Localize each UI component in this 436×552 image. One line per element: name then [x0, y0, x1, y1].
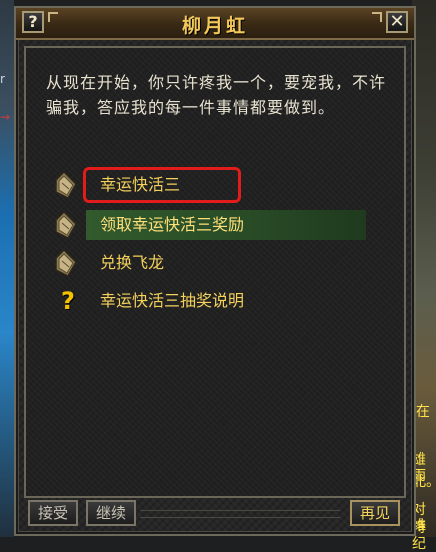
title-ornament-right — [372, 12, 382, 22]
option-lucky-three-draw-info[interactable]: 幸运快活三抽奖说明 — [86, 286, 366, 316]
background-text-left-1: r — [0, 72, 5, 86]
goodbye-button[interactable]: 再见 — [350, 500, 400, 526]
npc-name-title: 柳月虹 — [181, 15, 248, 37]
scroll-icon — [55, 170, 77, 199]
close-button[interactable]: ✕ — [386, 11, 408, 33]
npc-intro-text: 从现在开始，你只许疼我一个，要宠我，不许骗我，答应我的每一件事情都要做到。 — [46, 73, 387, 117]
question-icon: ? — [61, 287, 75, 315]
accept-button[interactable]: 接受 — [28, 500, 78, 526]
dialog-titlebar[interactable]: ? 柳月虹 ✕ — [16, 8, 414, 40]
option-exchange-flying-dragon[interactable]: 兑换飞龙 — [86, 248, 366, 278]
option-lucky-three[interactable]: 幸运快活三 — [83, 167, 241, 203]
scroll-icon — [55, 248, 77, 277]
option-claim-lucky-three-reward[interactable]: 领取幸运快活三奖励 — [86, 210, 366, 240]
background-scene-left: r → — [0, 0, 14, 537]
continue-button[interactable]: 继续 — [86, 500, 136, 526]
background-text-left-2: → — [0, 110, 11, 124]
npc-dialog-window: ? 柳月虹 ✕ 从现在开始，你只许疼我一个，要宠我，不许骗我，答应我的每一件事情… — [14, 6, 416, 536]
scroll-icon — [55, 210, 77, 239]
dialog-button-bar: 接受 继续 再见 — [24, 500, 406, 528]
dialog-content-panel: 从现在开始，你只许疼我一个，要宠我，不许骗我，答应我的每一件事情都要做到。 幸运… — [24, 46, 406, 498]
bottom-divider — [140, 510, 340, 518]
